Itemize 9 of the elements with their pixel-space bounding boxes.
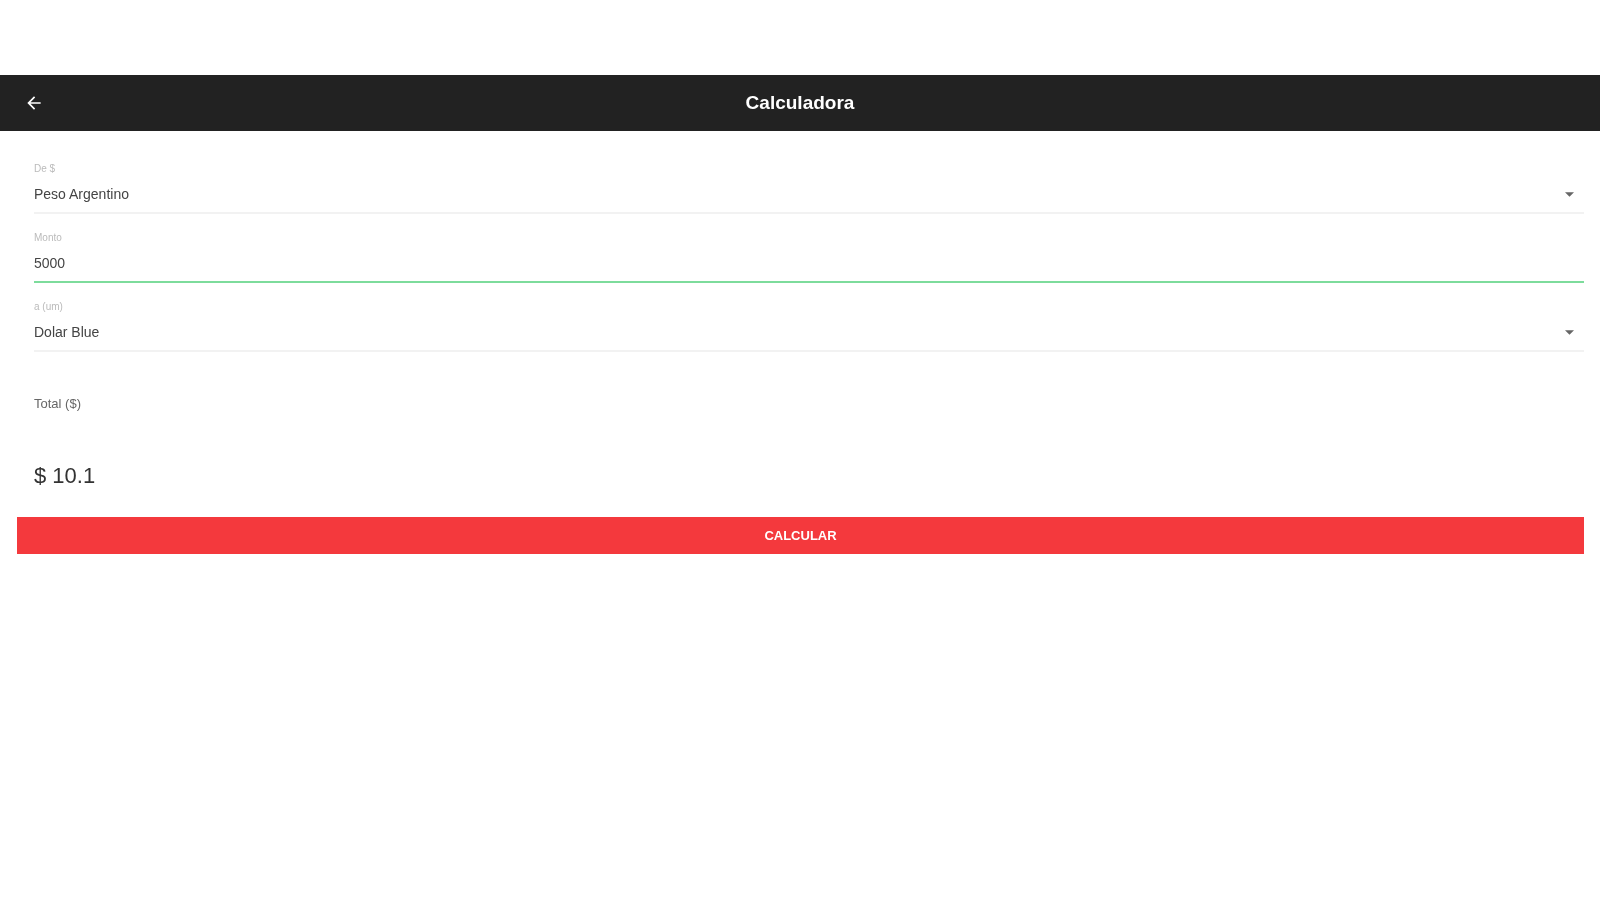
- total-value: $ 10.1: [34, 463, 96, 489]
- screen-title: Calculadora: [744, 92, 856, 114]
- dropdown-field[interactable]: a (um) Dolar Blue: [34, 301, 1584, 352]
- input-field[interactable]: Monto 5000: [34, 232, 1584, 283]
- dropdown-field[interactable]: De $ Peso Argentino: [34, 163, 1584, 214]
- caret-icon: [1565, 191, 1574, 197]
- total-label: Total ($): [34, 396, 81, 411]
- calculate-button[interactable]: CALCULAR: [17, 517, 1584, 554]
- caret-icon: [1565, 329, 1574, 335]
